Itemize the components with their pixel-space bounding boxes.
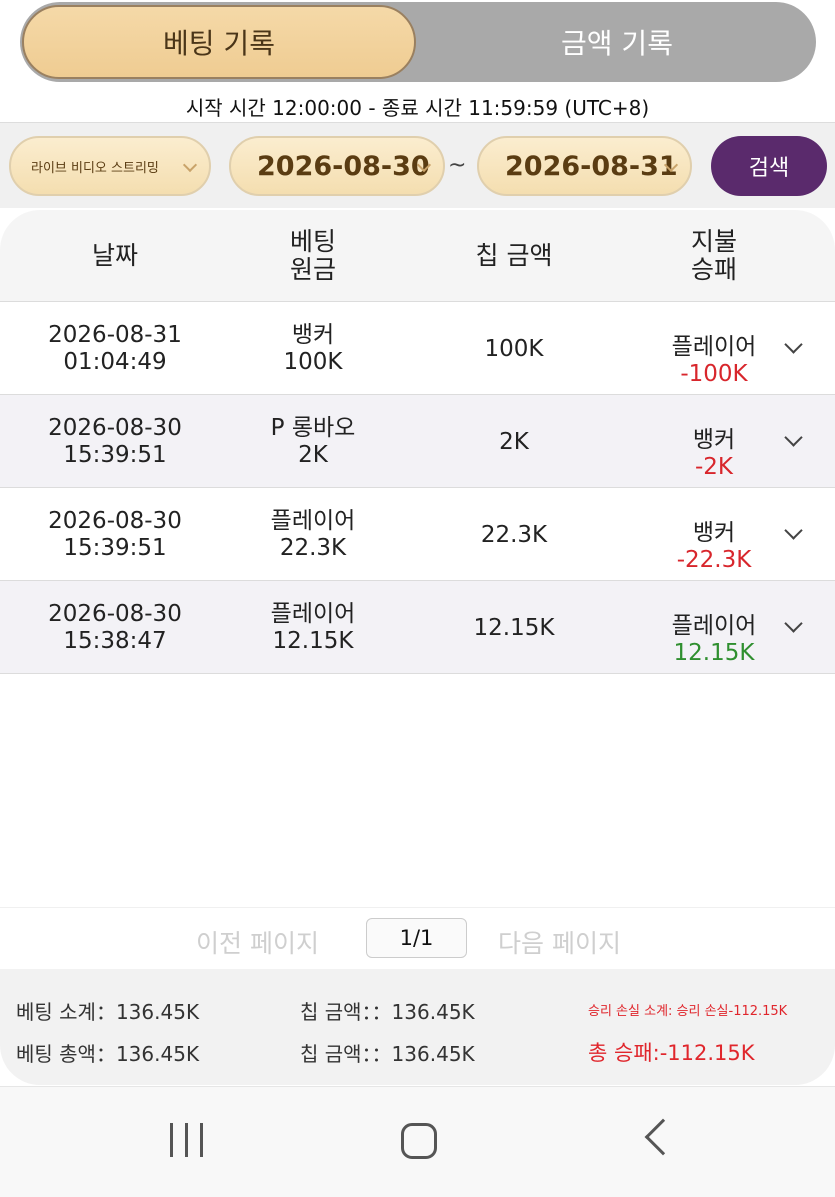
row-payout: 뱅커 -22.3K [628, 520, 800, 574]
row-result: 플레이어 [671, 613, 757, 639]
row-date: 2026-08-30 [48, 415, 182, 441]
recent-apps-icon[interactable] [170, 1123, 204, 1157]
row-date: 2026-08-30 [48, 508, 182, 534]
back-icon[interactable] [644, 1118, 682, 1156]
row-datetime: 2026-08-30 15:38:47 [40, 601, 190, 655]
row-result: 플레이어 [671, 334, 757, 360]
header-payout: 지불 승패 [628, 228, 800, 284]
date-separator: ~ [448, 153, 467, 178]
row-payout: 뱅커 -2K [628, 427, 800, 481]
row-winloss: -22.3K [676, 547, 752, 573]
row-result: 뱅커 [692, 427, 736, 453]
header-bet: 베팅 원금 [238, 228, 388, 284]
winloss-total: 총 승패:-112.15K [588, 1041, 755, 1065]
record-tabs: 베팅 기록 금액 기록 [20, 2, 816, 82]
row-bet-amount: 12.15K [272, 628, 354, 654]
row-bet: 플레이어 12.15K [238, 601, 388, 655]
header-bet-line2: 원금 [289, 255, 336, 284]
row-date: 2026-08-31 [48, 322, 182, 348]
row-chip: 2K [499, 429, 529, 455]
row-bet: 뱅커 100K [238, 322, 388, 376]
table-row[interactable]: 2026-08-30 15:39:51 P 롱바오 2K 2K 뱅커 -2K [0, 395, 835, 488]
table-header: 날짜 베팅 원금 칩 금액 지불 승패 [0, 210, 835, 302]
row-bet-amount: 22.3K [279, 535, 347, 561]
row-chip: 12.15K [473, 615, 555, 641]
row-result: 뱅커 [692, 520, 736, 546]
row-bet-amount: 100K [283, 349, 343, 375]
row-payout: 플레이어 12.15K [628, 613, 800, 667]
row-bet-amount: 2K [298, 442, 328, 468]
row-bet-type: 뱅커 [291, 322, 335, 348]
row-bet-type: P 롱바오 [270, 415, 356, 441]
game-type-label: 라이브 비디오 스트리밍 [31, 160, 159, 176]
tab-amount-history[interactable]: 금액 기록 [418, 2, 816, 82]
row-payout: 플레이어 -100K [628, 334, 800, 388]
summary-panel: 베팅 소계：136.45K 칩 금액：：136.45K 승리 손실 소계: 승리… [0, 969, 835, 1085]
row-date: 2026-08-30 [48, 601, 182, 627]
bet-subtotal: 베팅 소계：136.45K [16, 1000, 200, 1024]
row-chip: 100K [484, 336, 544, 362]
row-time: 01:04:49 [63, 349, 167, 375]
prev-page-button[interactable]: 이전 페이지 [196, 924, 319, 960]
row-winloss: 12.15K [673, 640, 755, 666]
filter-bar: 라이브 비디오 스트리밍 2026-08-30 ~ 2026-08-31 검색 [0, 122, 835, 208]
row-chip: 22.3K [480, 522, 548, 548]
end-date-value: 2026-08-31 [505, 150, 678, 182]
row-bet-type: 플레이어 [270, 601, 356, 627]
header-chip: 칩 금액 [475, 241, 553, 270]
row-time: 15:38:47 [63, 628, 167, 654]
time-range-info: 시작 시간 12:00:00 - 종료 시간 11:59:59 (UTC+8) [185, 96, 650, 120]
end-date-select[interactable]: 2026-08-31 [477, 136, 692, 196]
search-button[interactable]: 검색 [711, 136, 827, 196]
chip-subtotal: 칩 금액：：136.45K [300, 1000, 475, 1024]
row-time: 15:39:51 [63, 442, 167, 468]
page-indicator: 1/1 [366, 918, 467, 958]
next-page-button[interactable]: 다음 페이지 [498, 924, 621, 960]
bet-total: 베팅 총액：136.45K [16, 1042, 200, 1066]
pagination: 이전 페이지 1/1 다음 페이지 [0, 907, 835, 969]
tab-bet-history[interactable]: 베팅 기록 [22, 5, 416, 79]
header-pay-line1: 지불 [690, 227, 737, 256]
home-icon[interactable] [401, 1123, 437, 1159]
header-date: 날짜 [91, 241, 138, 270]
row-bet: 플레이어 22.3K [238, 508, 388, 562]
header-bet-line1: 베팅 [289, 227, 336, 256]
start-date-select[interactable]: 2026-08-30 [229, 136, 445, 196]
row-datetime: 2026-08-30 15:39:51 [40, 508, 190, 562]
winloss-subtotal: 승리 손실 소계: 승리 손실-112.15K [588, 1004, 788, 1019]
row-winloss: -2K [694, 454, 733, 480]
row-winloss: -100K [680, 361, 748, 387]
table-row[interactable]: 2026-08-30 15:38:47 플레이어 12.15K 12.15K 플… [0, 581, 835, 674]
row-bet: P 롱바오 2K [238, 415, 388, 469]
row-datetime: 2026-08-31 01:04:49 [40, 322, 190, 376]
start-date-value: 2026-08-30 [257, 150, 430, 182]
row-datetime: 2026-08-30 15:39:51 [40, 415, 190, 469]
game-type-select[interactable]: 라이브 비디오 스트리밍 [9, 136, 211, 196]
system-nav-bar [0, 1086, 835, 1197]
table-row[interactable]: 2026-08-30 15:39:51 플레이어 22.3K 22.3K 뱅커 … [0, 488, 835, 581]
chip-total: 칩 금액：：136.45K [300, 1042, 475, 1066]
row-bet-type: 플레이어 [270, 508, 356, 534]
row-time: 15:39:51 [63, 535, 167, 561]
table-row[interactable]: 2026-08-31 01:04:49 뱅커 100K 100K 플레이어 -1… [0, 302, 835, 395]
chevron-down-icon [182, 157, 198, 173]
header-pay-line2: 승패 [690, 255, 737, 284]
